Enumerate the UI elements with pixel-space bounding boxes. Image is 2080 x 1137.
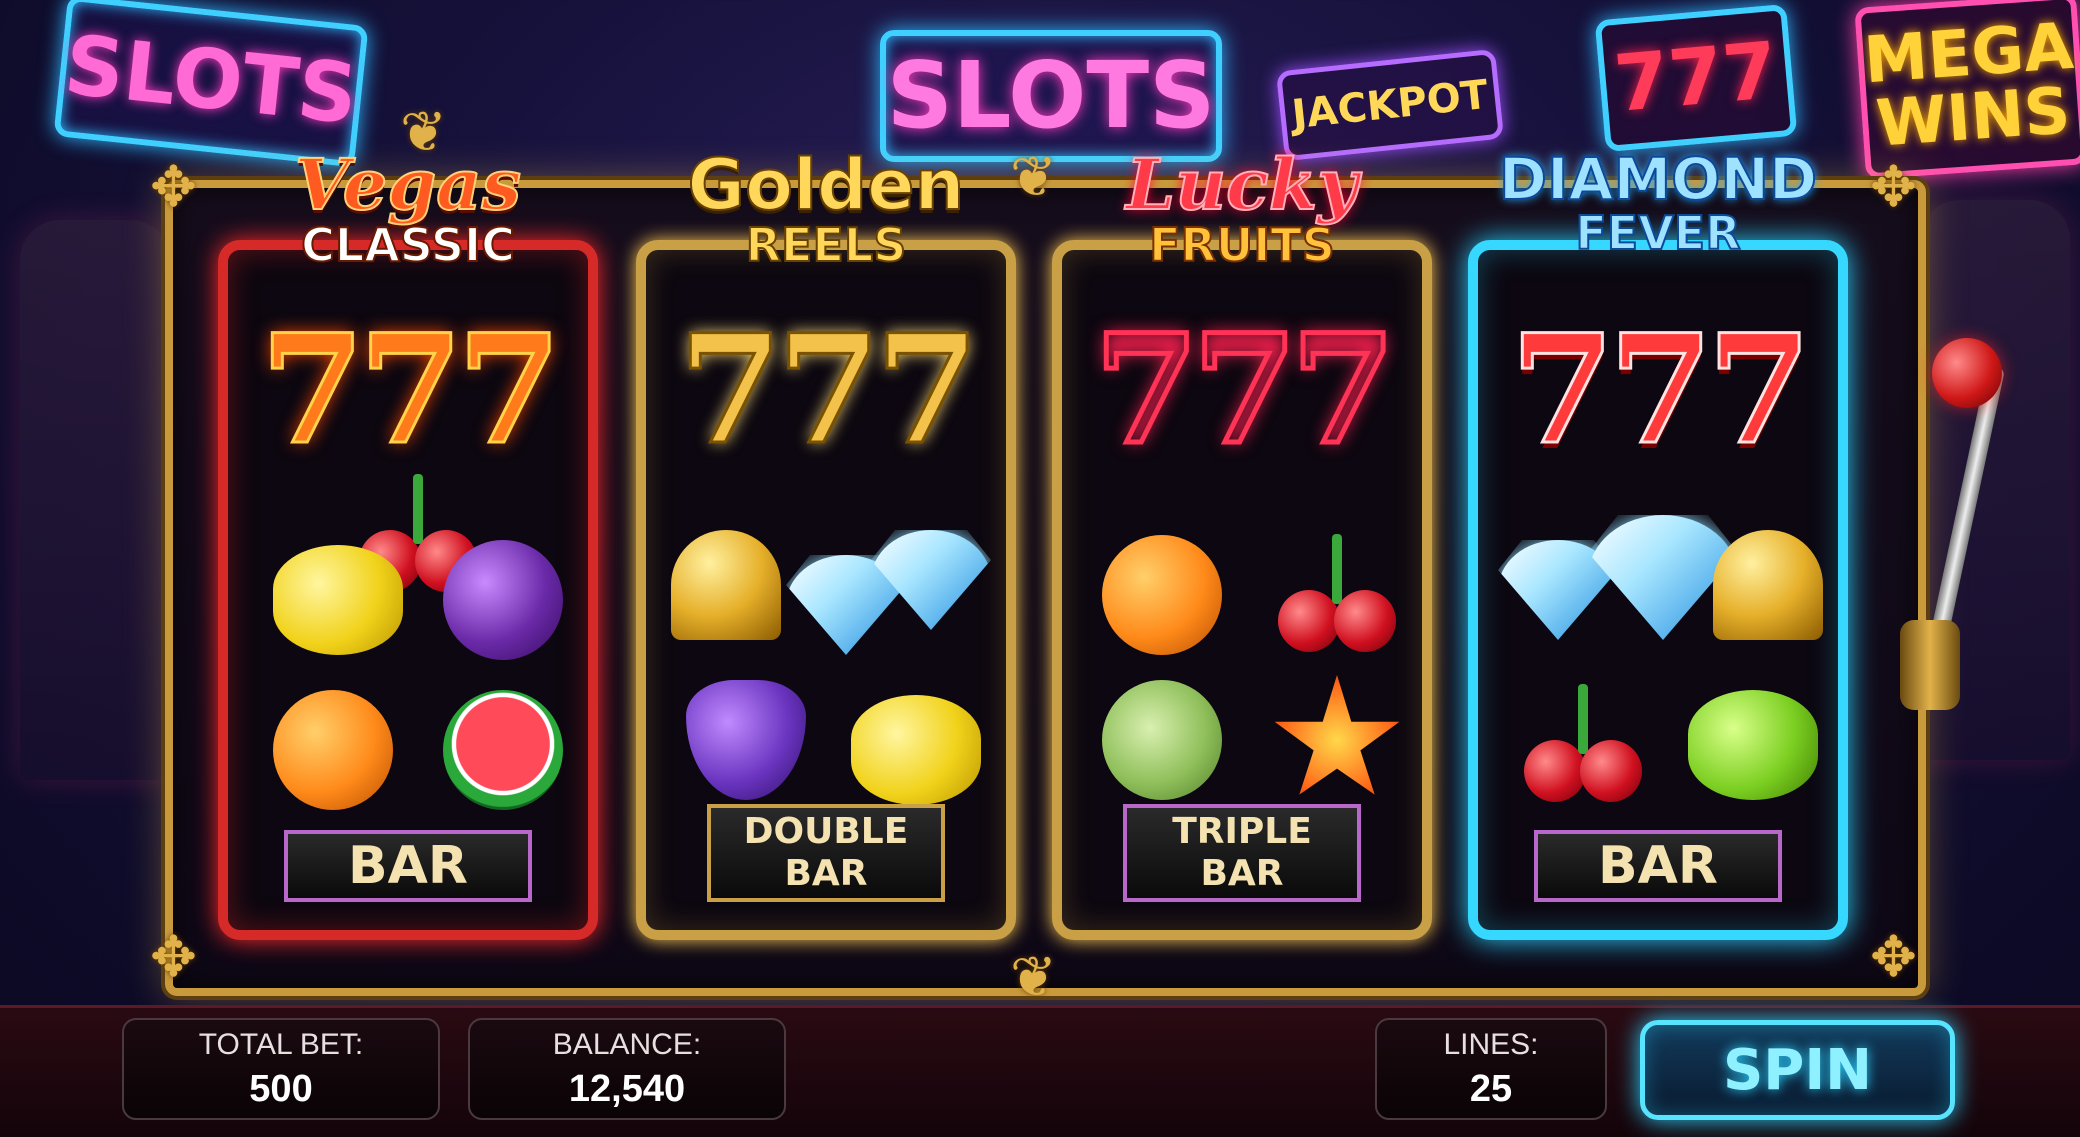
plum-icon [443, 540, 563, 660]
gold-777-symbol: 777 [677, 302, 981, 478]
bell-icon [1713, 530, 1823, 640]
ornament-top-center-icon: ❦ [1010, 145, 1057, 210]
bell-icon [671, 530, 781, 640]
cherry-icon [1272, 530, 1402, 660]
spin-button[interactable]: SPIN [1640, 1020, 1955, 1120]
lemon-icon [273, 545, 403, 655]
reel-diamond-fever[interactable]: DIAMOND FEVER 777 BAR [1468, 149, 1848, 940]
reel-title-line2: CLASSIC [300, 218, 516, 272]
reel-title-line1: Golden [687, 144, 966, 226]
orange-icon [1102, 535, 1222, 655]
balance-panel: BALANCE: 12,540 [468, 1018, 786, 1120]
lines-label: LINES: [1443, 1027, 1539, 1061]
triple-bar-symbol: TRIPLE BAR [1123, 804, 1361, 902]
reel-title: Lucky FRUITS [1062, 143, 1422, 272]
bar-line1: DOUBLE [743, 811, 909, 852]
bar-line2: BAR [784, 853, 868, 894]
grapes-icon [686, 680, 806, 800]
neon-sign-mega-wins: MEGA WINS [1854, 0, 2080, 180]
neon-sign-777: 777 [1594, 3, 1798, 153]
flaming-777-symbol: 777 [259, 302, 563, 478]
neon-777-symbol: 777 [1092, 302, 1398, 478]
balance-value: 12,540 [568, 1067, 686, 1110]
orange-icon [273, 690, 393, 810]
lever-knob-icon[interactable] [1932, 338, 2002, 408]
reel-lucky-fruits[interactable]: Lucky FRUITS 777 TRIPLE BAR [1052, 149, 1432, 940]
wins-text: WINS [1873, 74, 2073, 162]
lines-value: 25 [1469, 1067, 1513, 1110]
double-bar-symbol: DOUBLE BAR [707, 804, 945, 902]
cherry-icon [1518, 680, 1648, 810]
bar-line2: BAR [1200, 853, 1284, 894]
bar-symbol: BAR [284, 830, 532, 902]
lines-panel[interactable]: LINES: 25 [1375, 1018, 1607, 1120]
diamond-icon [871, 530, 991, 630]
reel-title-line1: DIAMOND [1498, 145, 1818, 213]
reel-golden-reels[interactable]: Golden REELS 777 DOUBLE BAR [636, 149, 1016, 940]
bar-symbol: BAR [1534, 830, 1782, 902]
balance-label: BALANCE: [552, 1027, 702, 1061]
lemon-icon [851, 695, 981, 805]
total-bet-value: 500 [249, 1067, 313, 1110]
lime-icon [1688, 690, 1818, 800]
reel-title: Golden REELS [646, 144, 1006, 272]
background-slot-machine-left [20, 220, 170, 780]
watermelon-icon [443, 690, 563, 810]
lever-base [1900, 620, 1960, 710]
ornament-corner-br-icon: ✥ [1870, 925, 1917, 990]
reel-title-line1: Lucky [1125, 143, 1359, 226]
melon-icon [1102, 680, 1222, 800]
reel-title-line2: FRUITS [1148, 218, 1336, 272]
reel-title: Vegas CLASSIC [228, 143, 588, 272]
reel-title-line2: REELS [745, 218, 908, 272]
star-icon [1274, 675, 1400, 795]
reel-title: DIAMOND FEVER [1478, 145, 1838, 260]
reel-title-line1: Vegas [294, 143, 522, 226]
bar-line1: TRIPLE [1172, 811, 1312, 852]
red-777-symbol: 777 [1509, 302, 1813, 478]
total-bet-label: TOTAL BET: [198, 1027, 364, 1061]
total-bet-panel[interactable]: TOTAL BET: 500 [122, 1018, 440, 1120]
ornament-corner-tl-icon: ✥ [150, 155, 197, 220]
reel-title-line2: FEVER [1574, 206, 1741, 260]
ornament-corner-bl-icon: ✥ [150, 925, 197, 990]
ornament-corner-tr-icon: ✥ [1870, 155, 1917, 220]
ornament-bottom-center-icon: ❦ [1010, 945, 1057, 1010]
reel-vegas-classic[interactable]: Vegas CLASSIC 777 BAR [218, 149, 598, 940]
